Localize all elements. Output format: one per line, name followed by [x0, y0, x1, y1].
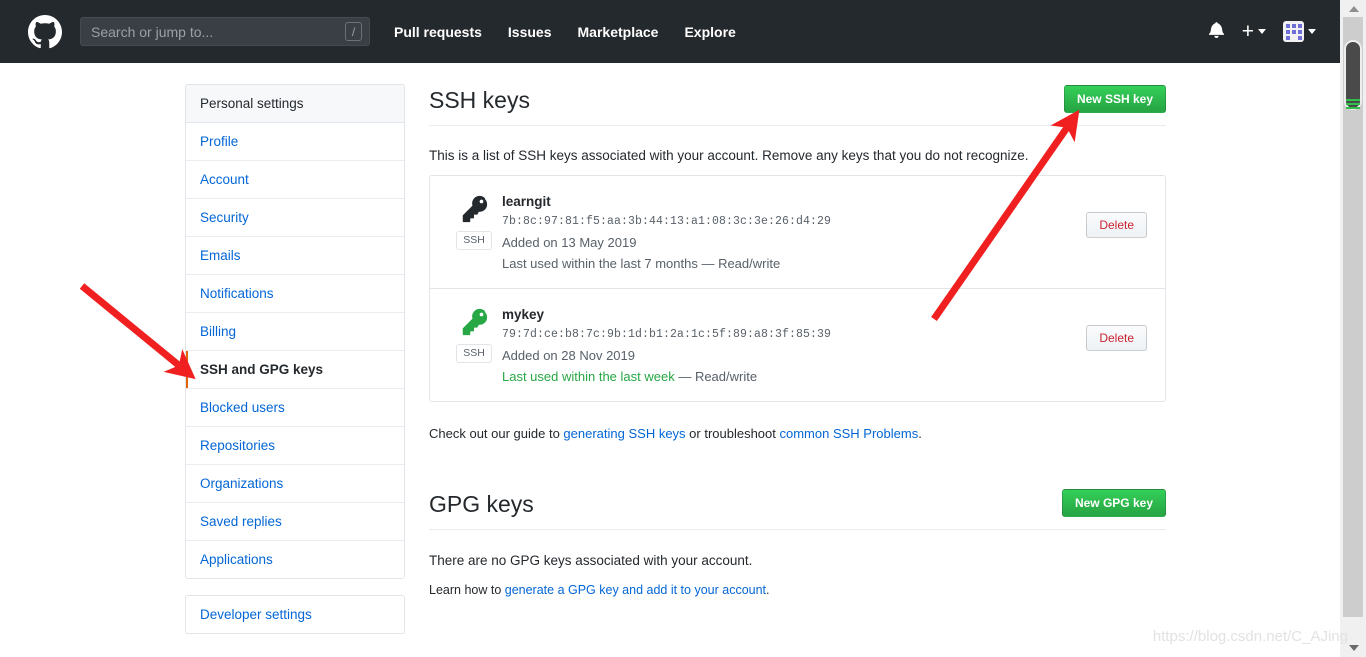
ssh-key-row: SSH mykey 79:7d:ce:b8:7c:9b:1d:b1:2a:1c:…	[430, 289, 1165, 401]
sidebar-developer-card: Developer settings	[185, 595, 405, 634]
common-ssh-problems-link[interactable]: common SSH Problems	[780, 426, 919, 441]
user-menu-button[interactable]	[1283, 21, 1316, 42]
sidebar-item-blocked-users[interactable]: Blocked users	[186, 389, 404, 427]
ssh-key-name: learngit	[502, 192, 1086, 211]
ssh-key-fingerprint: 7b:8c:97:81:f5:aa:3b:44:13:a1:08:3c:3e:2…	[502, 211, 1086, 232]
nav-pull-requests[interactable]: Pull requests	[394, 24, 482, 40]
sidebar-item-saved-replies[interactable]: Saved replies	[186, 503, 404, 541]
delete-ssh-key-button[interactable]: Delete	[1086, 212, 1147, 238]
header-actions: +	[1208, 21, 1326, 43]
new-gpg-key-button[interactable]: New GPG key	[1062, 489, 1166, 517]
sidebar-item-emails[interactable]: Emails	[186, 237, 404, 275]
ssh-key-info: learngit 7b:8c:97:81:f5:aa:3b:44:13:a1:0…	[502, 192, 1086, 274]
delete-ssh-key-button[interactable]: Delete	[1086, 325, 1147, 351]
ssh-key-fingerprint: 79:7d:ce:b8:7c:9b:1d:b1:2a:1c:5f:89:a8:3…	[502, 324, 1086, 345]
hint-prefix: Check out our guide to	[429, 426, 563, 441]
gpg-section-title: GPG keys	[429, 488, 534, 520]
ssh-key-name: mykey	[502, 305, 1086, 324]
chevron-down-icon	[1258, 29, 1266, 34]
settings-sidebar: Personal settings Profile Account Securi…	[185, 84, 405, 634]
scroll-up-arrow-icon[interactable]	[1349, 6, 1359, 12]
new-ssh-key-button[interactable]: New SSH key	[1064, 85, 1166, 113]
sidebar-item-billing[interactable]: Billing	[186, 313, 404, 351]
gpg-learn-suffix: .	[766, 583, 769, 597]
ssh-key-last-used-text: Last used within the last week	[502, 369, 675, 384]
sidebar-primary-card: Personal settings Profile Account Securi…	[185, 84, 405, 579]
ssh-key-info: mykey 79:7d:ce:b8:7c:9b:1d:b1:2a:1c:5f:8…	[502, 305, 1086, 387]
hint-middle: or troubleshoot	[686, 426, 780, 441]
sidebar-item-organizations[interactable]: Organizations	[186, 465, 404, 503]
page-title: SSH keys	[429, 84, 530, 116]
key-icon	[459, 194, 489, 224]
ssh-key-added-date: Added on 13 May 2019	[502, 232, 1086, 253]
ssh-keys-hint: Check out our guide to generating SSH ke…	[429, 426, 1166, 441]
hint-suffix: .	[918, 426, 922, 441]
primary-nav: Pull requests Issues Marketplace Explore	[394, 24, 762, 40]
sidebar-item-notifications[interactable]: Notifications	[186, 275, 404, 313]
gpg-empty-message: There are no GPG keys associated with yo…	[429, 553, 1166, 568]
gpg-learn-prefix: Learn how to	[429, 583, 505, 597]
gpg-learn-hint: Learn how to generate a GPG key and add …	[429, 583, 1166, 597]
ssh-key-access-level: — Read/write	[698, 256, 780, 271]
ssh-badge: SSH	[456, 344, 492, 363]
main-content: SSH keys New SSH key This is a list of S…	[429, 84, 1166, 610]
sidebar-item-profile[interactable]: Profile	[186, 123, 404, 161]
ssh-key-row: SSH learngit 7b:8c:97:81:f5:aa:3b:44:13:…	[430, 176, 1165, 289]
ssh-key-access-level: — Read/write	[675, 369, 757, 384]
search-shortcut-badge: /	[345, 22, 362, 41]
key-icon	[459, 307, 489, 337]
sidebar-heading: Personal settings	[186, 85, 404, 123]
ssh-badge: SSH	[456, 231, 492, 250]
sidebar-item-applications[interactable]: Applications	[186, 541, 404, 578]
ssh-keys-header: SSH keys New SSH key	[429, 84, 1166, 126]
plus-icon: +	[1242, 21, 1254, 42]
chevron-down-icon	[1308, 29, 1316, 34]
page-scrollbar[interactable]	[1340, 0, 1366, 657]
global-header: Search or jump to... / Pull requests Iss…	[0, 0, 1340, 63]
scrollbar-markers	[1346, 99, 1360, 111]
ssh-key-icon-group: SSH	[446, 192, 502, 250]
ssh-key-last-used: Last used within the last week — Read/wr…	[502, 366, 1086, 387]
search-placeholder: Search or jump to...	[91, 24, 345, 40]
gpg-keys-header: GPG keys New GPG key	[429, 488, 1166, 530]
generate-gpg-key-link[interactable]: generate a GPG key and add it to your ac…	[505, 583, 766, 597]
gpg-keys-section: GPG keys New GPG key There are no GPG ke…	[429, 488, 1166, 597]
nav-explore[interactable]: Explore	[684, 24, 735, 40]
ssh-keys-description: This is a list of SSH keys associated wi…	[429, 148, 1166, 163]
ssh-key-icon-group: SSH	[446, 305, 502, 363]
sidebar-item-repositories[interactable]: Repositories	[186, 427, 404, 465]
ssh-key-added-date: Added on 28 Nov 2019	[502, 345, 1086, 366]
ssh-key-last-used: Last used within the last 7 months — Rea…	[502, 253, 1086, 274]
avatar-identicon	[1283, 21, 1304, 42]
generating-ssh-keys-link[interactable]: generating SSH keys	[563, 426, 685, 441]
ssh-key-last-used-text: Last used within the last 7 months	[502, 256, 698, 271]
ssh-keys-list: SSH learngit 7b:8c:97:81:f5:aa:3b:44:13:…	[429, 175, 1166, 402]
settings-page: Personal settings Profile Account Securi…	[0, 63, 1340, 657]
scroll-down-arrow-icon[interactable]	[1349, 645, 1359, 651]
bell-icon[interactable]	[1208, 21, 1225, 43]
search-input[interactable]: Search or jump to... /	[80, 17, 370, 46]
watermark: https://blog.csdn.net/C_AJing	[1153, 628, 1348, 645]
nav-marketplace[interactable]: Marketplace	[578, 24, 659, 40]
sidebar-item-security[interactable]: Security	[186, 199, 404, 237]
sidebar-item-developer-settings[interactable]: Developer settings	[186, 596, 404, 633]
sidebar-item-account[interactable]: Account	[186, 161, 404, 199]
github-mark-icon[interactable]	[28, 15, 62, 49]
create-new-button[interactable]: +	[1242, 21, 1266, 42]
sidebar-item-ssh-and-gpg-keys[interactable]: SSH and GPG keys	[186, 351, 404, 389]
nav-issues[interactable]: Issues	[508, 24, 552, 40]
